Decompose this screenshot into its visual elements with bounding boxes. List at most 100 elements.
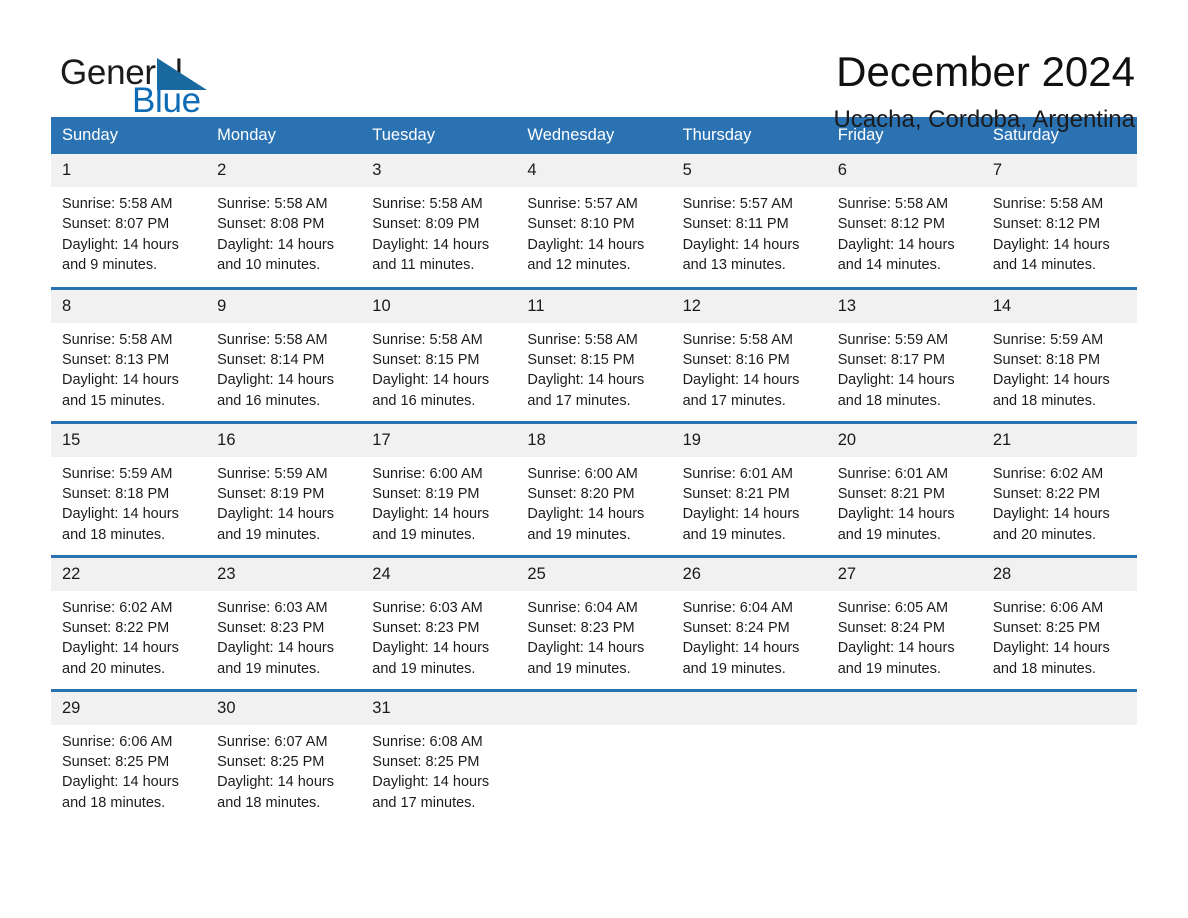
- day-cell[interactable]: 8 Sunrise: 5:58 AM Sunset: 8:13 PM Daylight…: [51, 286, 207, 422]
- day-cell-empty: [826, 688, 982, 824]
- sunrise-text: Sunrise: 6:03 AM: [372, 599, 483, 616]
- day-cell[interactable]: 27 Sunrise: 6:05 AM Sunset: 8:24 PM Dayligh…: [826, 554, 982, 690]
- daylight-text-line2: and 18 minutes.: [62, 526, 166, 543]
- day-number: 18: [516, 423, 672, 457]
- day-cell[interactable]: 1 Sunrise: 5:58 AM Sunset: 8:07 PM Daylight…: [51, 154, 207, 288]
- sunrise-text: Sunrise: 5:58 AM: [217, 331, 328, 348]
- day-cell[interactable]: 14 Sunrise: 5:59 AM Sunset: 8:18 PM Dayligh…: [981, 286, 1137, 422]
- sunset-text: Sunset: 8:20 PM: [527, 485, 635, 502]
- day-cell[interactable]: 23 Sunrise: 6:03 AM Sunset: 8:23 PM Dayligh…: [206, 554, 362, 690]
- daylight-text-line2: and 15 minutes.: [62, 392, 166, 409]
- day-cell[interactable]: 10 Sunrise: 5:58 AM Sunset: 8:15 PM Dayligh…: [361, 286, 517, 422]
- logo-text-blue: Blue: [132, 81, 201, 120]
- sunrise-text: Sunrise: 6:07 AM: [217, 733, 328, 750]
- day-cell[interactable]: 22 Sunrise: 6:02 AM Sunset: 8:22 PM Dayligh…: [51, 554, 207, 690]
- day-details: Sunrise: 5:58 AM Sunset: 8:08 PM Daylight:…: [206, 187, 361, 276]
- day-number: 25: [516, 557, 672, 591]
- daylight-text-line2: and 16 minutes.: [372, 392, 476, 409]
- day-number: 19: [671, 423, 827, 457]
- sunrise-text: Sunrise: 6:01 AM: [837, 465, 949, 482]
- calendar-page: General Blue December 2024 Ucacha, Cordo…: [0, 0, 1188, 918]
- sunset-text: Sunset: 8:25 PM: [62, 753, 170, 770]
- sunrise-text: Sunrise: 5:59 AM: [837, 331, 949, 348]
- title-block: December 2024 Ucacha, Cordoba, Argentina: [833, 48, 1137, 134]
- daylight-text-line1: Daylight: 14 hours: [682, 372, 800, 389]
- day-cell[interactable]: 5 Sunrise: 5:57 AM Sunset: 8:11 PM Daylight…: [671, 154, 827, 288]
- day-cell[interactable]: 4 Sunrise: 5:57 AM Sunset: 8:10 PM Daylight…: [516, 154, 672, 288]
- day-cell[interactable]: 15 Sunrise: 5:59 AM Sunset: 8:18 PM Dayligh…: [51, 420, 207, 556]
- day-cell[interactable]: 19 Sunrise: 6:01 AM Sunset: 8:21 PM Dayligh…: [671, 420, 827, 556]
- day-details: [516, 725, 671, 732]
- daylight-text-line1: Daylight: 14 hours: [682, 506, 800, 523]
- daylight-text-line2: and 13 minutes.: [682, 257, 786, 274]
- daylight-text-line2: and 19 minutes.: [837, 526, 941, 543]
- day-number: 1: [51, 154, 207, 187]
- day-number: 3: [361, 154, 517, 187]
- sunrise-text: Sunrise: 6:04 AM: [527, 599, 638, 616]
- daylight-text-line2: and 19 minutes.: [372, 526, 476, 543]
- day-number: 5: [671, 154, 827, 187]
- day-number: [981, 691, 1137, 725]
- sunset-text: Sunset: 8:25 PM: [217, 753, 325, 770]
- day-details: Sunrise: 5:58 AM Sunset: 8:07 PM Daylight:…: [51, 187, 206, 276]
- day-number: 10: [361, 289, 517, 323]
- daylight-text-line2: and 14 minutes.: [992, 257, 1097, 274]
- day-cell[interactable]: 3 Sunrise: 5:58 AM Sunset: 8:09 PM Daylight…: [361, 154, 517, 288]
- day-cell[interactable]: 30 Sunrise: 6:07 AM Sunset: 8:25 PM Dayligh…: [206, 688, 362, 824]
- daylight-text-line1: Daylight: 14 hours: [837, 372, 955, 389]
- day-cell[interactable]: 2 Sunrise: 5:58 AM Sunset: 8:08 PM Daylight…: [206, 154, 362, 288]
- daylight-text-line2: and 19 minutes.: [527, 526, 631, 543]
- day-cell[interactable]: 31 Sunrise: 6:08 AM Sunset: 8:25 PM Dayligh…: [361, 688, 517, 824]
- sunrise-text: Sunrise: 6:01 AM: [682, 465, 793, 482]
- day-cell[interactable]: 17 Sunrise: 6:00 AM Sunset: 8:19 PM Dayligh…: [361, 420, 517, 556]
- day-cell[interactable]: 29 Sunrise: 6:06 AM Sunset: 8:25 PM Dayligh…: [51, 688, 207, 824]
- sunset-text: Sunset: 8:15 PM: [527, 351, 635, 368]
- daylight-text-line1: Daylight: 14 hours: [992, 506, 1110, 523]
- day-cell[interactable]: 12 Sunrise: 5:58 AM Sunset: 8:16 PM Dayligh…: [671, 286, 827, 422]
- sunset-text: Sunset: 8:09 PM: [372, 216, 480, 233]
- day-number: 17: [361, 423, 517, 457]
- day-details: Sunrise: 5:59 AM Sunset: 8:19 PM Daylight:…: [206, 457, 361, 546]
- sunset-text: Sunset: 8:17 PM: [837, 351, 945, 368]
- sunrise-text: Sunrise: 5:58 AM: [372, 331, 483, 348]
- daylight-text-line1: Daylight: 14 hours: [372, 506, 490, 523]
- day-cell[interactable]: 26 Sunrise: 6:04 AM Sunset: 8:24 PM Dayligh…: [671, 554, 827, 690]
- day-cell[interactable]: 7 Sunrise: 5:58 AM Sunset: 8:12 PM Daylight…: [981, 154, 1137, 288]
- day-details: Sunrise: 5:58 AM Sunset: 8:12 PM Daylight:…: [827, 187, 982, 276]
- day-cell[interactable]: 20 Sunrise: 6:01 AM Sunset: 8:21 PM Dayligh…: [826, 420, 982, 556]
- daylight-text-line2: and 18 minutes.: [62, 794, 166, 811]
- day-cell[interactable]: 11 Sunrise: 5:58 AM Sunset: 8:15 PM Dayligh…: [516, 286, 672, 422]
- day-cell[interactable]: 25 Sunrise: 6:04 AM Sunset: 8:23 PM Dayligh…: [516, 554, 672, 690]
- sunset-text: Sunset: 8:10 PM: [527, 216, 635, 233]
- weekday-header-thursday: Thursday: [671, 117, 827, 154]
- day-details: Sunrise: 5:58 AM Sunset: 8:09 PM Daylight:…: [361, 187, 516, 276]
- sunset-text: Sunset: 8:24 PM: [837, 619, 945, 636]
- daylight-text-line1: Daylight: 14 hours: [372, 774, 490, 791]
- day-cell[interactable]: 16 Sunrise: 5:59 AM Sunset: 8:19 PM Dayligh…: [206, 420, 362, 556]
- day-number: 13: [826, 289, 982, 323]
- day-cell[interactable]: 28 Sunrise: 6:06 AM Sunset: 8:25 PM Dayligh…: [981, 554, 1137, 690]
- daylight-text-line1: Daylight: 14 hours: [62, 640, 179, 657]
- day-number: 21: [981, 423, 1137, 457]
- day-details: Sunrise: 6:07 AM Sunset: 8:25 PM Daylight:…: [206, 725, 361, 814]
- day-number: 16: [206, 423, 362, 457]
- sunrise-text: Sunrise: 5:58 AM: [62, 196, 173, 212]
- sunrise-text: Sunrise: 5:57 AM: [527, 196, 638, 212]
- day-cell[interactable]: 9 Sunrise: 5:58 AM Sunset: 8:14 PM Daylight…: [206, 286, 362, 422]
- day-cell[interactable]: 21 Sunrise: 6:02 AM Sunset: 8:22 PM Dayligh…: [981, 420, 1137, 556]
- day-cell[interactable]: 6 Sunrise: 5:58 AM Sunset: 8:12 PM Daylight…: [826, 154, 982, 288]
- daylight-text-line1: Daylight: 14 hours: [527, 640, 645, 657]
- day-cell[interactable]: 13 Sunrise: 5:59 AM Sunset: 8:17 PM Dayligh…: [826, 286, 982, 422]
- daylight-text-line2: and 18 minutes.: [837, 392, 941, 409]
- calendar-body: 1 Sunrise: 5:58 AM Sunset: 8:07 PM Daylight…: [51, 154, 1137, 824]
- day-details: Sunrise: 5:59 AM Sunset: 8:18 PM Daylight:…: [982, 323, 1137, 412]
- day-details: Sunrise: 6:02 AM Sunset: 8:22 PM Daylight:…: [51, 591, 206, 680]
- sunrise-text: Sunrise: 5:58 AM: [372, 196, 483, 212]
- day-number: 7: [981, 154, 1137, 187]
- daylight-text-line2: and 17 minutes.: [527, 392, 631, 409]
- day-cell[interactable]: 18 Sunrise: 6:00 AM Sunset: 8:20 PM Dayligh…: [516, 420, 672, 556]
- daylight-text-line1: Daylight: 14 hours: [217, 236, 335, 253]
- sunrise-text: Sunrise: 5:58 AM: [217, 196, 328, 212]
- day-cell[interactable]: 24 Sunrise: 6:03 AM Sunset: 8:23 PM Dayligh…: [361, 554, 517, 690]
- day-number: 15: [51, 423, 207, 457]
